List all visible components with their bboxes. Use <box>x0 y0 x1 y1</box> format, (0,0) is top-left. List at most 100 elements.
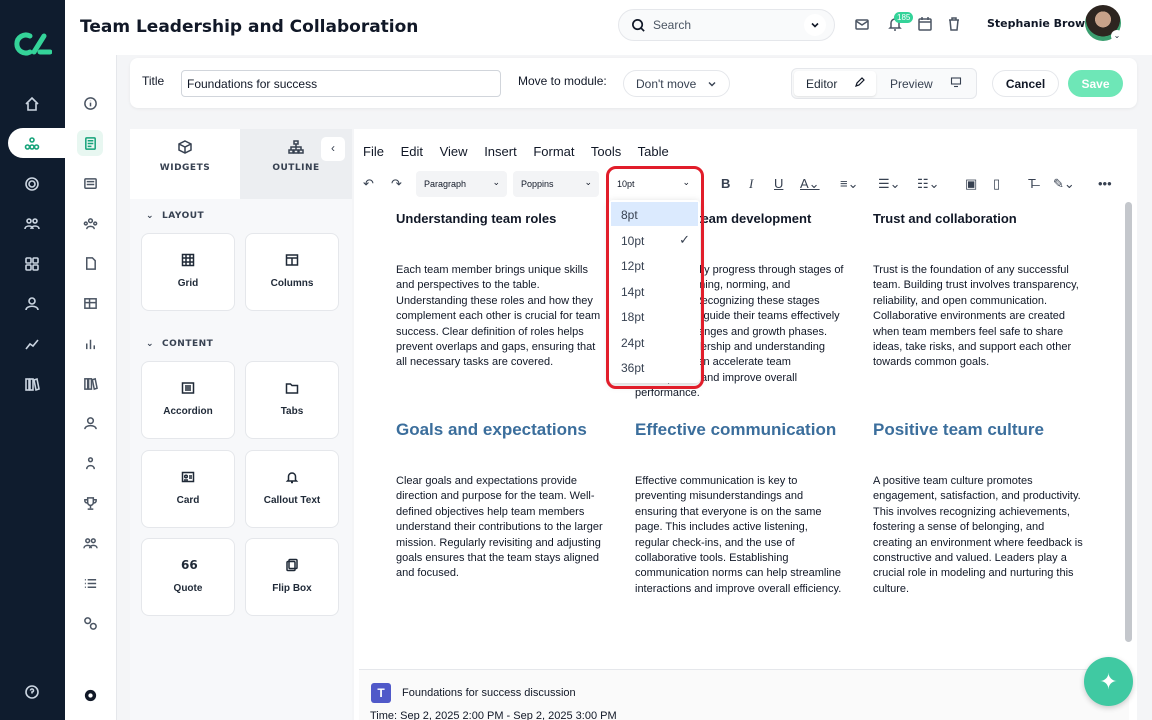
document-icon[interactable] <box>77 250 103 276</box>
page-editor-icon[interactable] <box>77 130 103 156</box>
cancel-button[interactable]: Cancel <box>992 70 1059 97</box>
analytics-icon[interactable] <box>20 332 44 356</box>
editor-menubar: File Edit View Insert Format Tools Table <box>363 144 682 159</box>
info-icon[interactable] <box>77 90 103 116</box>
user-name[interactable]: Stephanie Brown <box>987 17 1093 30</box>
home-icon[interactable] <box>20 92 44 116</box>
content-section-header[interactable]: ⌄ CONTENT <box>146 339 213 349</box>
editor-tab[interactable]: Editor <box>794 71 876 96</box>
undo-icon[interactable]: ↶ <box>363 176 374 192</box>
menu-format[interactable]: Format <box>533 144 574 159</box>
network-icon[interactable] <box>20 132 44 156</box>
notification-badge: 185 <box>894 12 914 23</box>
chevron-down-icon: ⌄ <box>584 177 592 187</box>
group-icon[interactable] <box>77 530 103 556</box>
org-icon[interactable] <box>77 450 103 476</box>
bold-icon[interactable]: B <box>721 176 730 191</box>
list-icon[interactable] <box>77 570 103 596</box>
underline-icon[interactable]: U <box>774 176 783 191</box>
trophy-icon[interactable] <box>77 490 103 516</box>
teams-meeting-card[interactable]: T Foundations for success discussion Tim… <box>359 669 1129 720</box>
target-icon[interactable] <box>20 172 44 196</box>
grid-icon <box>181 253 195 267</box>
block-format-select[interactable]: Paragraph ⌄ <box>416 171 507 197</box>
gallery-icon[interactable] <box>77 170 103 196</box>
ai-assistant-sparkle-icon[interactable]: ✦ <box>1084 657 1133 706</box>
library-icon[interactable] <box>20 372 44 396</box>
search-input[interactable]: Search <box>618 9 835 41</box>
search-placeholder: Search <box>653 18 692 32</box>
secondary-nav-rail <box>65 0 117 720</box>
layout-section-header[interactable]: ⌄ LAYOUT <box>146 211 204 221</box>
align-icon[interactable]: ≡⌄ <box>840 176 858 192</box>
rich-text-editor: File Edit View Insert Format Tools Table… <box>354 129 1137 720</box>
menu-file[interactable]: File <box>363 144 384 159</box>
menu-insert[interactable]: Insert <box>484 144 517 159</box>
move-to-module-select[interactable]: Don't move <box>623 70 730 97</box>
settings-gear-icon[interactable] <box>77 682 103 708</box>
section-heading: Positive team culture <box>873 420 1045 439</box>
section-body: Effective communication is key to preven… <box>635 475 842 595</box>
menu-view[interactable]: View <box>440 144 468 159</box>
widget-flip-box[interactable]: Flip Box <box>245 538 339 616</box>
editor-scrollbar[interactable] <box>1125 202 1132 642</box>
redo-icon[interactable]: ↷ <box>391 176 402 192</box>
widget-quote[interactable]: 66 Quote <box>141 538 235 616</box>
top-header: Team Leadership and Collaboration Search… <box>65 0 1152 55</box>
widget-card[interactable]: Card <box>141 450 235 528</box>
integrations-icon[interactable] <box>77 610 103 636</box>
move-to-module-value: Don't move <box>636 77 697 91</box>
section-heading: Trust and collaboration <box>873 211 1017 226</box>
mail-icon[interactable] <box>854 16 870 32</box>
search-scope-chevron-icon[interactable] <box>804 14 826 36</box>
accordion-icon <box>181 381 195 395</box>
collapse-panel-chevron-left-icon[interactable]: ‹ <box>321 137 345 161</box>
file-icon[interactable]: ▯ <box>993 176 1000 192</box>
menu-edit[interactable]: Edit <box>401 144 423 159</box>
trash-icon[interactable] <box>946 16 962 32</box>
bullet-list-icon[interactable]: ☰⌄ <box>878 176 901 192</box>
user-icon[interactable] <box>20 292 44 316</box>
app-logo[interactable] <box>10 30 54 60</box>
widget-label: Callout Text <box>263 495 321 506</box>
team-icon[interactable] <box>77 210 103 236</box>
numbered-list-icon[interactable]: ☷⌄ <box>917 176 940 192</box>
books-icon[interactable] <box>77 370 103 396</box>
font-family-select[interactable]: Poppins ⌄ <box>513 171 599 197</box>
content-column: Effective communication Effective commun… <box>635 416 845 597</box>
copy-icon <box>285 558 299 572</box>
tab-widgets[interactable]: WIDGETS <box>130 129 240 199</box>
widget-grid[interactable]: Grid <box>141 233 235 311</box>
users-icon[interactable] <box>20 212 44 236</box>
chevron-down-icon <box>708 82 716 87</box>
clear-formatting-icon[interactable]: T̶ <box>1028 176 1036 191</box>
table-icon[interactable] <box>77 290 103 316</box>
bar-chart-icon[interactable] <box>77 330 103 356</box>
tab-outline-label: OUTLINE <box>272 163 320 173</box>
widget-tabs[interactable]: Tabs <box>245 361 339 439</box>
menu-tools[interactable]: Tools <box>591 144 621 159</box>
avatar-chevron-down-icon[interactable]: ⌄ <box>1111 30 1123 42</box>
italic-icon[interactable]: I <box>749 176 753 192</box>
grid-apps-icon[interactable] <box>20 252 44 276</box>
save-button[interactable]: Save <box>1068 70 1123 97</box>
title-input[interactable] <box>181 70 501 97</box>
more-icon[interactable]: ••• <box>1098 176 1112 191</box>
widget-accordion[interactable]: Accordion <box>141 361 235 439</box>
section-heading: Understanding team roles <box>396 211 557 226</box>
help-icon[interactable] <box>20 680 44 704</box>
widget-columns[interactable]: Columns <box>245 233 339 311</box>
section-body: Trust is the foundation of any successfu… <box>873 264 1079 369</box>
editor-content[interactable]: Understanding team roles Each team membe… <box>354 200 1129 668</box>
meeting-title: Foundations for success discussion <box>402 687 576 699</box>
text-color-icon[interactable]: A⌄ <box>800 176 820 192</box>
section-body: Clear goals and expectations provide dir… <box>396 475 603 580</box>
chevron-down-icon: ⌄ <box>146 339 155 349</box>
highlight-icon[interactable]: ✎⌄ <box>1053 176 1075 192</box>
menu-table[interactable]: Table <box>638 144 669 159</box>
preview-tab[interactable]: Preview <box>882 71 974 96</box>
image-icon[interactable]: ▣ <box>965 176 977 192</box>
person-icon[interactable] <box>77 410 103 436</box>
widget-callout-text[interactable]: Callout Text <box>245 450 339 528</box>
calendar-icon[interactable] <box>917 16 933 32</box>
